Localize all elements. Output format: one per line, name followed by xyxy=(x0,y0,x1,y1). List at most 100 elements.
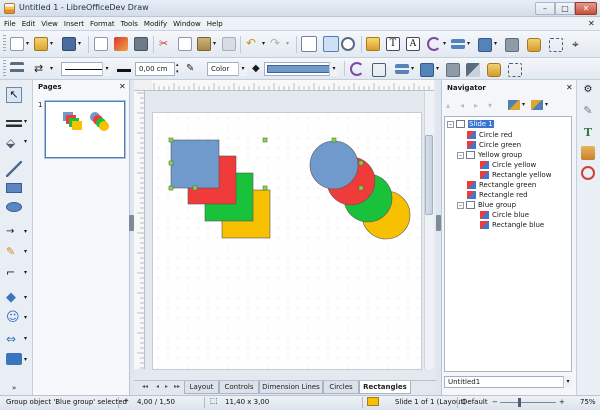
crop-image-icon[interactable] xyxy=(508,63,522,77)
shapes-view-icon[interactable] xyxy=(531,100,543,110)
symbol-shapes-icon[interactable]: ☺ xyxy=(6,311,22,327)
line-color-dropdown-icon[interactable]: ▾ xyxy=(24,118,27,125)
save-dropdown-icon[interactable]: ▾ xyxy=(78,40,81,47)
basic-shapes-icon[interactable]: ◆ xyxy=(6,291,22,307)
tab-dimension-lines[interactable]: Dimension Lines xyxy=(259,381,323,394)
line-color-tool-icon[interactable] xyxy=(6,115,22,131)
zoom-out-icon[interactable]: − xyxy=(492,398,498,406)
tree-item-slide[interactable]: – Slide 1 xyxy=(447,119,494,129)
rotate-dropdown-icon[interactable]: ▾ xyxy=(443,40,446,47)
zoom-slider[interactable] xyxy=(500,402,556,403)
zoom-icon[interactable] xyxy=(341,37,355,51)
open-folder-icon[interactable] xyxy=(34,37,48,51)
shadow-icon[interactable] xyxy=(527,38,541,52)
menu-window[interactable]: Window xyxy=(173,20,201,28)
vertical-scrollbar-thumb[interactable] xyxy=(425,135,433,215)
new-dropdown-icon[interactable]: ▾ xyxy=(26,40,29,47)
new-document-icon[interactable] xyxy=(10,37,24,51)
zoom-slider-handle[interactable] xyxy=(518,398,521,407)
close-pages-pane-button[interactable]: ✕ xyxy=(119,82,126,91)
open-dropdown-icon[interactable]: ▾ xyxy=(50,40,53,47)
curve-dropdown-icon[interactable]: ▾ xyxy=(24,248,27,255)
drag-mode-dropdown-icon[interactable]: ▾ xyxy=(522,101,525,108)
line-style-settings-icon[interactable] xyxy=(10,62,24,76)
paste-dropdown-icon[interactable]: ▾ xyxy=(213,40,216,47)
drawing-canvas[interactable] xyxy=(152,112,422,370)
line-style-dropdown-icon[interactable]: ▾ xyxy=(102,62,111,76)
tree-item-circle-yellow[interactable]: Circle yellow xyxy=(480,160,536,170)
navigator-tree[interactable]: – Slide 1 Circle red Circle green – Yell… xyxy=(444,116,572,372)
copy-icon[interactable] xyxy=(178,37,192,51)
line-ends-dropdown-icon[interactable]: ▾ xyxy=(24,228,27,235)
rectangle-blue[interactable] xyxy=(170,139,220,189)
horizontal-ruler[interactable] xyxy=(152,80,434,91)
tree-item-rectangle-red[interactable]: Rectangle red xyxy=(467,190,528,200)
clone-formatting-icon[interactable] xyxy=(222,37,236,51)
toolbar-grip[interactable] xyxy=(3,35,6,53)
flowchart-icon[interactable] xyxy=(6,353,22,365)
fill-color-select[interactable] xyxy=(264,62,338,76)
ellipse-tool-icon[interactable] xyxy=(6,202,22,212)
close-navigator-button[interactable]: ✕ xyxy=(566,83,573,92)
sidebar-properties-icon[interactable]: ✎ xyxy=(581,104,595,118)
zoom-in-icon[interactable]: + xyxy=(559,398,565,406)
tree-item-yellow-group[interactable]: – Yellow group xyxy=(457,150,522,160)
status-zoom[interactable]: 75% xyxy=(580,398,596,406)
close-document-button[interactable]: ✕ xyxy=(588,19,595,28)
block-arrows-dropdown-icon[interactable]: ▾ xyxy=(24,335,27,342)
fill-color-dropdown-icon[interactable]: ▾ xyxy=(329,62,338,76)
align-icon[interactable] xyxy=(451,39,465,49)
ungroup-icon[interactable] xyxy=(466,63,480,77)
navigator-prev-icon[interactable]: ◂ xyxy=(460,101,464,110)
tree-item-blue-group[interactable]: – Blue group xyxy=(457,200,516,210)
navigator-document-dropdown-icon[interactable]: ▾ xyxy=(563,376,572,388)
circle-blue[interactable] xyxy=(309,140,359,190)
menu-tools[interactable]: Tools xyxy=(121,20,138,28)
sidebar-settings-icon[interactable]: ⚙ xyxy=(581,84,595,98)
fill-color-tool-dropdown-icon[interactable]: ▾ xyxy=(24,138,27,145)
connector-tool-icon[interactable]: ⌐ xyxy=(6,266,22,282)
crop-icon[interactable] xyxy=(549,38,563,52)
drag-mode-icon[interactable] xyxy=(508,100,520,110)
toolbar-grip[interactable] xyxy=(3,60,6,78)
symbol-shapes-dropdown-icon[interactable]: ▾ xyxy=(24,314,27,321)
shapes-view-dropdown-icon[interactable]: ▾ xyxy=(545,101,548,108)
maximize-button[interactable]: □ xyxy=(555,2,575,15)
arrow-style-dropdown-icon[interactable]: ▾ xyxy=(50,65,53,72)
undo-icon[interactable]: ↶ xyxy=(246,36,260,50)
arrow-style-icon[interactable]: ⇄ xyxy=(34,62,48,76)
menu-edit[interactable]: Edit xyxy=(22,20,36,28)
close-window-button[interactable]: ✕ xyxy=(575,2,597,15)
arrange-icon[interactable] xyxy=(478,38,492,52)
menu-insert[interactable]: Insert xyxy=(64,20,84,28)
fontwork-icon[interactable]: A xyxy=(406,37,420,51)
select-arrow-icon[interactable]: ↖ xyxy=(6,87,22,103)
line-width-icon[interactable] xyxy=(117,62,131,76)
redo-dropdown-icon[interactable]: ▾ xyxy=(286,40,289,47)
block-arrows-icon[interactable]: ⇔ xyxy=(6,332,22,348)
line-color-icon[interactable]: ✎ xyxy=(186,62,200,76)
paste-icon[interactable] xyxy=(197,37,211,51)
line-width-spinner[interactable]: ▴ ▾ xyxy=(176,62,179,76)
menu-format[interactable]: Format xyxy=(90,20,115,28)
text-box-icon[interactable]: T xyxy=(386,37,400,51)
vertical-scrollbar[interactable] xyxy=(424,91,434,369)
first-tab-icon[interactable]: ◂◂ xyxy=(142,383,148,390)
sidebar-styles-icon[interactable]: T xyxy=(581,126,595,140)
print-icon[interactable] xyxy=(134,37,148,51)
prev-tab-icon[interactable]: ◂ xyxy=(156,383,159,390)
tree-item-circle-red[interactable]: Circle red xyxy=(467,130,512,140)
menu-file[interactable]: File xyxy=(4,20,16,28)
more-tools-icon[interactable]: » xyxy=(12,384,16,392)
fill-color-tool-icon[interactable]: ⬙ xyxy=(6,135,22,151)
navigator-last-icon[interactable]: ▾ xyxy=(488,101,492,110)
arrange-dropdown-icon[interactable]: ▾ xyxy=(494,40,497,47)
tree-item-rectangle-green[interactable]: Rectangle green xyxy=(467,180,536,190)
arrange-objects-dropdown-icon[interactable]: ▾ xyxy=(436,65,439,72)
flowchart-dropdown-icon[interactable]: ▾ xyxy=(24,356,27,363)
rectangle-tool-icon[interactable] xyxy=(6,183,22,193)
tab-layout[interactable]: Layout xyxy=(184,381,219,394)
rotate-icon[interactable] xyxy=(350,62,364,76)
align-objects-icon[interactable] xyxy=(395,64,409,74)
distribute-icon[interactable] xyxy=(505,38,519,52)
